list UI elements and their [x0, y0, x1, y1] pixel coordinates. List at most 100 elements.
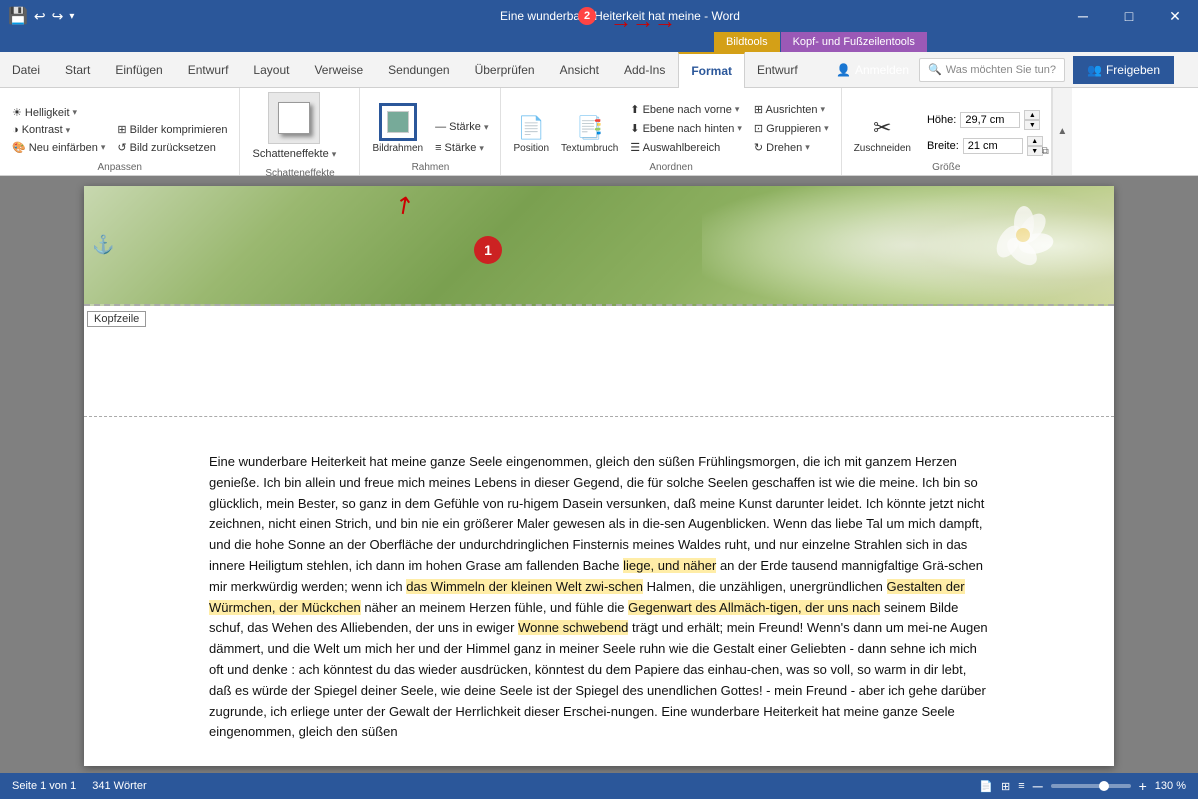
- breite-up[interactable]: ▲: [1027, 136, 1043, 146]
- breite-down[interactable]: ▼: [1027, 146, 1043, 156]
- groesse-expand[interactable]: ⧉: [1042, 146, 1049, 157]
- kontrast-button[interactable]: ◑ Kontrast ▾: [8, 122, 109, 138]
- anchor-icon: ⚓: [92, 235, 114, 256]
- ribbon-group-groesse: ✂ Zuschneiden Höhe: ▲ ▼ Breite:: [842, 88, 1052, 175]
- status-right: 📄 ⊞ ≡ ─ + 130 %: [979, 778, 1186, 794]
- schatteneffekte-dropdown[interactable]: Schatteneffekte ▾: [248, 146, 340, 162]
- ribbon-collapse-button[interactable]: ▲: [1052, 88, 1072, 175]
- textumbruch-button[interactable]: 📑 Textumbruch: [557, 113, 622, 156]
- tab-entwurf2[interactable]: Entwurf: [745, 52, 811, 88]
- hoehe-input[interactable]: [960, 112, 1020, 128]
- header-flower-area: [702, 186, 1114, 304]
- window-title: Eine wunderbare Heiterkeit hat meine - W…: [180, 9, 1060, 23]
- breite-spinner[interactable]: ▲ ▼: [1027, 136, 1043, 156]
- textumbruch-label: Textumbruch: [561, 143, 618, 154]
- restore-button[interactable]: □: [1106, 0, 1152, 32]
- save-icon[interactable]: 💾: [8, 6, 28, 26]
- zoom-level: 130 %: [1155, 780, 1186, 792]
- anpassen-col2: ⊞ Bilder komprimieren ↺ Bild zurücksetze…: [113, 121, 231, 156]
- ausrichten-button[interactable]: ⊞ Ausrichten ▾: [750, 101, 833, 118]
- document-area: ⚓ ↗ 1 Kopfzeile: [0, 176, 1198, 773]
- tab-entwurf[interactable]: Entwurf: [176, 52, 242, 88]
- position-button[interactable]: 📄 Position: [509, 113, 553, 156]
- anordnen-col3: ⬆ Ebene nach vorne ▾ ⬇ Ebene nach hinten…: [626, 101, 746, 156]
- undo-icon[interactable]: ↩: [34, 8, 46, 25]
- help-search-box[interactable]: 🔍 Was möchten Sie tun?: [919, 58, 1065, 82]
- auswahlbereich-button[interactable]: ☰ Auswahlbereich: [626, 139, 746, 156]
- rahmen-col2: — Stärke ▾ ≡ Stärke ▾: [431, 119, 492, 156]
- highlight-5: Wonne schwebend: [518, 620, 628, 635]
- farbe-button[interactable]: ≡ Stärke ▾: [431, 140, 492, 156]
- close-button[interactable]: ✕: [1152, 0, 1198, 32]
- helligkeit-button[interactable]: ☀ Helligkeit ▾: [8, 104, 109, 121]
- redo-icon[interactable]: ↪: [52, 8, 64, 25]
- tab-ueberpruefen[interactable]: Überprüfen: [463, 52, 548, 88]
- rahmen-content: Bildrahmen — Stärke ▾ ≡ Stärke ▾: [368, 92, 492, 160]
- drehen-button[interactable]: ↻ Drehen ▾: [750, 139, 833, 156]
- person-icon: 👤: [836, 63, 851, 77]
- title-bar: 💾 ↩ ↪ ▾ Eine wunderbare Heiterkeit hat m…: [0, 0, 1198, 32]
- ebene-vorne-button[interactable]: ⬆ Ebene nach vorne ▾: [626, 101, 746, 118]
- layout-icon-2[interactable]: ⊞: [1001, 780, 1010, 793]
- search-icon: 🔍: [928, 63, 942, 76]
- zuschneiden-button[interactable]: ✂ Zuschneiden: [850, 113, 915, 156]
- anpassen-label: Anpassen: [8, 160, 231, 175]
- bildrahmen-label: Bildrahmen: [372, 143, 423, 154]
- layout-icon-3[interactable]: ≡: [1018, 780, 1024, 792]
- anpassen-content: ☀ Helligkeit ▾ ◑ Kontrast ▾ 🎨 Neu einfär…: [8, 92, 231, 160]
- hoehe-spinner[interactable]: ▲ ▼: [1024, 110, 1040, 130]
- ribbon-group-rahmen: Bildrahmen — Stärke ▾ ≡ Stärke ▾ Rahmen …: [360, 88, 501, 175]
- hoehe-row: Höhe: ▲ ▼: [927, 110, 1043, 130]
- tab-datei[interactable]: Datei: [0, 52, 53, 88]
- context-tab-bildtools[interactable]: Bildtools: [714, 32, 780, 52]
- anmelden-label: Anmelden: [855, 63, 909, 77]
- annotation-area: ↗ 1: [474, 236, 502, 264]
- tab-format[interactable]: Format: [678, 52, 745, 88]
- groesse-content: ✂ Zuschneiden Höhe: ▲ ▼ Breite:: [850, 92, 1043, 160]
- annotation-circle-1: 1: [474, 236, 502, 264]
- tab-layout[interactable]: Layout: [241, 52, 302, 88]
- tab-start[interactable]: Start: [53, 52, 103, 88]
- context-tabs-bar: Bildtools Kopf- und Fußzeilentools: [0, 32, 1198, 52]
- schatten-content: Schatteneffekte ▾: [248, 92, 340, 166]
- tab-sendungen[interactable]: Sendungen: [376, 52, 462, 88]
- header-image[interactable]: ⚓ ↗ 1: [84, 186, 1114, 306]
- hoehe-up[interactable]: ▲: [1024, 110, 1040, 120]
- anpassen-col1: ☀ Helligkeit ▾ ◑ Kontrast ▾ 🎨 Neu einfär…: [8, 104, 109, 156]
- anmelden-button[interactable]: 👤 Anmelden: [826, 61, 919, 79]
- gruppieren-button[interactable]: ⊡ Gruppieren ▾: [750, 120, 833, 137]
- title-bar-controls: 💾 ↩ ↪ ▾: [0, 6, 180, 26]
- breite-input[interactable]: [963, 138, 1023, 154]
- doc-red-arrow: ↗: [388, 188, 421, 223]
- layout-icon-1[interactable]: 📄: [979, 780, 993, 793]
- tab-verweise[interactable]: Verweise: [302, 52, 376, 88]
- tab-ansicht[interactable]: Ansicht: [548, 52, 612, 88]
- breite-label: Breite:: [927, 140, 959, 152]
- tab-einfuegen[interactable]: Einfügen: [103, 52, 175, 88]
- share-button[interactable]: 👥 Freigeben: [1073, 56, 1174, 84]
- share-label: Freigeben: [1106, 63, 1160, 77]
- highlight-4: Gegenwart des Allmäch-tigen, der uns nac…: [628, 600, 880, 615]
- ribbon: ☀ Helligkeit ▾ ◑ Kontrast ▾ 🎨 Neu einfär…: [0, 88, 1198, 176]
- bildrahmen-button[interactable]: Bildrahmen: [368, 101, 427, 156]
- ebene-hinten-button[interactable]: ⬇ Ebene nach hinten ▾: [626, 120, 746, 137]
- zoom-plus[interactable]: +: [1139, 778, 1147, 794]
- bild-zuruecksetzen-button[interactable]: ↺ Bild zurücksetzen: [113, 139, 231, 156]
- hoehe-down[interactable]: ▼: [1024, 120, 1040, 130]
- zoom-minus[interactable]: ─: [1033, 778, 1043, 794]
- schatten-preview[interactable]: [268, 92, 320, 144]
- zuschneiden-icon: ✂: [873, 115, 891, 141]
- anordnen-col4: ⊞ Ausrichten ▾ ⊡ Gruppieren ▾ ↻ Drehen ▾: [750, 101, 833, 156]
- neu-einfarben-button[interactable]: 🎨 Neu einfärben ▾: [8, 139, 109, 156]
- customize-icon[interactable]: ▾: [69, 11, 74, 22]
- zoom-slider[interactable]: [1051, 784, 1131, 788]
- highlight-1: liege, und näher: [623, 558, 716, 573]
- strich-button[interactable]: — Stärke ▾: [431, 119, 492, 135]
- bilder-komprimieren-button[interactable]: ⊞ Bilder komprimieren: [113, 121, 231, 138]
- tab-add-ins[interactable]: Add-Ins: [612, 52, 678, 88]
- context-tab-kopf-fusszeilen[interactable]: Kopf- und Fußzeilentools: [781, 32, 927, 52]
- status-bar: Seite 1 von 1 341 Wörter 📄 ⊞ ≡ ─ + 130 %: [0, 773, 1198, 799]
- minimize-button[interactable]: ─: [1060, 0, 1106, 32]
- zuschneiden-label: Zuschneiden: [854, 143, 911, 154]
- document-text: Eine wunderbare Heiterkeit hat meine gan…: [84, 444, 1114, 763]
